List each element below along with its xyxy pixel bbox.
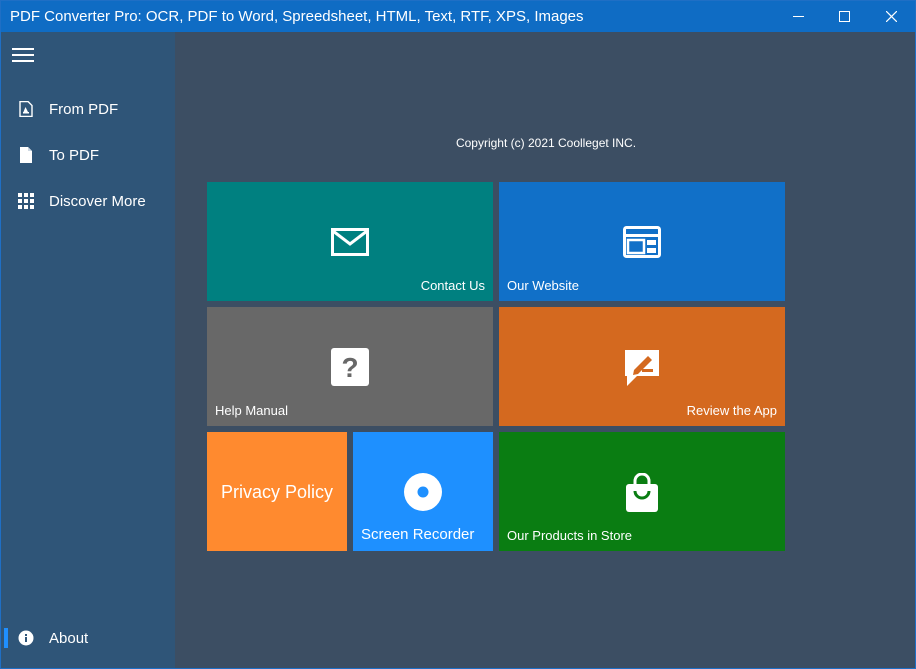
sidebar-item-label: Discover More — [49, 192, 146, 210]
sidebar: From PDF To PDF Discover More About — [1, 32, 175, 668]
tile-screen-recorder[interactable]: Screen Recorder — [353, 432, 493, 551]
title-bar[interactable]: PDF Converter Pro: OCR, PDF to Word, Spr… — [1, 1, 915, 32]
grid-icon — [1, 193, 49, 209]
sidebar-item-to-pdf[interactable]: To PDF — [1, 135, 175, 175]
app-window: PDF Converter Pro: OCR, PDF to Word, Spr… — [0, 0, 916, 669]
review-icon — [623, 348, 661, 388]
minimize-icon — [792, 16, 804, 17]
tile-privacy-policy[interactable]: Privacy Policy — [207, 432, 347, 551]
sidebar-item-about[interactable]: About — [1, 618, 175, 658]
minimize-button[interactable] — [775, 1, 821, 32]
sidebar-item-label: About — [49, 629, 89, 647]
window-title: PDF Converter Pro: OCR, PDF to Word, Spr… — [10, 8, 584, 25]
tile-label: Help Manual — [215, 403, 288, 418]
website-icon — [623, 226, 661, 258]
svg-text:?: ? — [341, 352, 358, 383]
info-icon — [1, 630, 49, 646]
selection-indicator — [4, 628, 8, 648]
tile-review-the-app[interactable]: Review the App — [499, 307, 785, 426]
close-icon — [885, 11, 897, 22]
sidebar-item-from-pdf[interactable]: From PDF — [1, 89, 175, 129]
tile-our-products-in-store[interactable]: Our Products in Store — [499, 432, 785, 551]
maximize-icon — [838, 11, 850, 22]
record-icon — [404, 473, 442, 511]
tile-label: Our Products in Store — [507, 528, 632, 543]
tile-label: Screen Recorder — [361, 526, 475, 543]
tile-help-manual[interactable]: ? Help Manual — [207, 307, 493, 426]
sidebar-item-label: To PDF — [49, 146, 100, 164]
mail-icon — [331, 227, 369, 257]
sidebar-item-label: From PDF — [49, 100, 119, 118]
close-button[interactable] — [867, 1, 915, 32]
tile-our-website[interactable]: Our Website — [499, 182, 785, 301]
shopping-bag-icon — [625, 473, 659, 513]
tile-label: Contact Us — [420, 278, 485, 293]
hamburger-icon[interactable] — [12, 46, 36, 64]
copyright-text: Copyright (c) 2021 Coolleget INC. — [455, 136, 637, 150]
tile-label: Review the App — [686, 403, 777, 418]
sidebar-item-discover-more[interactable]: Discover More — [1, 181, 175, 221]
pdf-file-icon — [1, 101, 49, 117]
tile-label: Privacy Policy — [220, 482, 334, 502]
document-icon — [1, 147, 49, 163]
tile-contact-us[interactable]: Contact Us — [207, 182, 493, 301]
main-content: Copyright (c) 2021 Coolleget INC. Contac… — [175, 32, 915, 668]
tile-label: Our Website — [507, 278, 580, 293]
help-icon: ? — [331, 348, 369, 386]
maximize-button[interactable] — [821, 1, 867, 32]
